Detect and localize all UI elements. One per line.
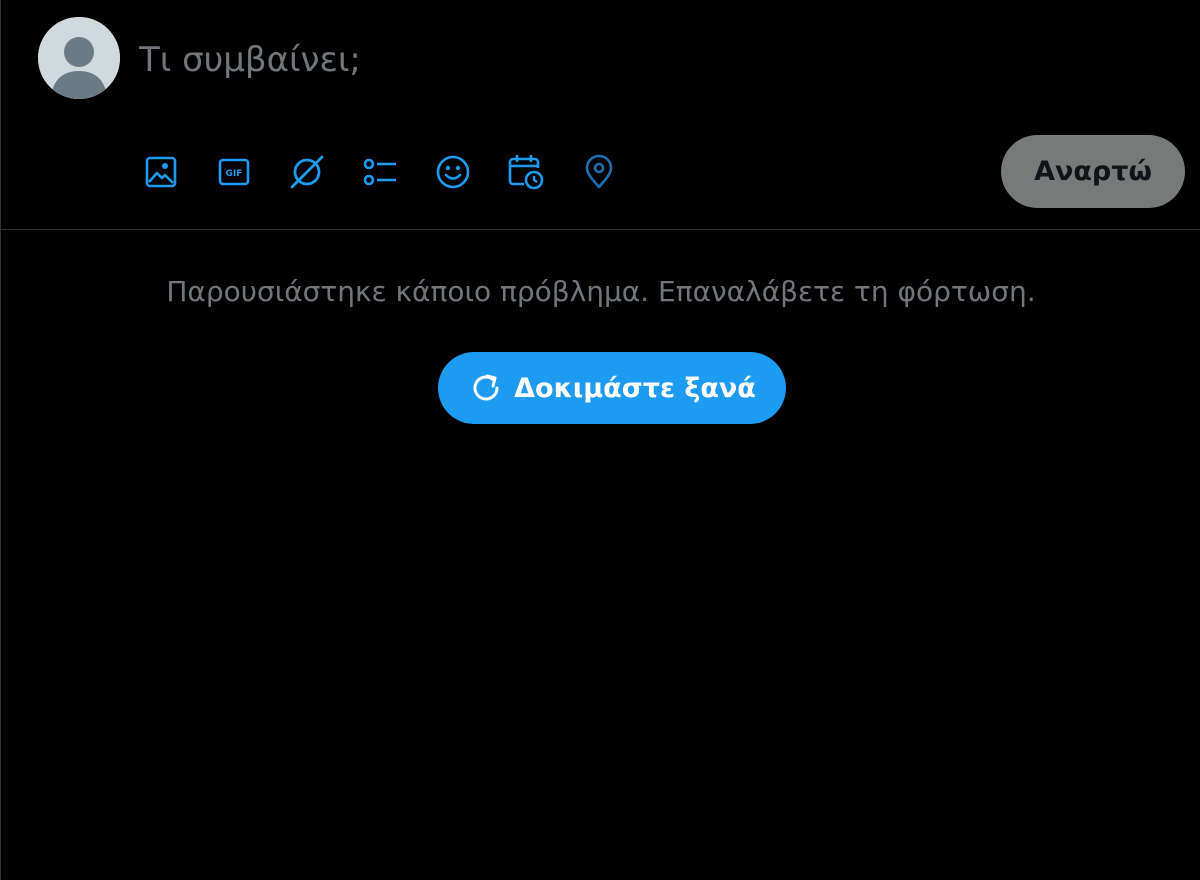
image-icon [145,156,177,188]
add-poll-button[interactable] [360,150,400,194]
gif-icon: GIF [218,158,250,186]
tweet-composer: GIF [1,0,1200,230]
add-emoji-button[interactable] [433,150,473,194]
page: GIF [0,0,1200,880]
schedule-icon [508,155,544,190]
add-location-button[interactable] [579,150,619,194]
grok-icon [290,155,324,189]
composer-toolbar: GIF [141,150,652,194]
retry-label: Δοκιμάστε ξανά [514,372,756,404]
retry-button[interactable]: Δοκιμάστε ξανά [438,352,786,424]
default-profile-icon [38,17,120,99]
post-button[interactable]: Αναρτώ [1001,135,1185,208]
svg-text:GIF: GIF [226,169,243,179]
location-icon [585,154,613,189]
poll-icon [363,158,396,186]
add-image-button[interactable] [141,150,181,194]
emoji-icon [436,155,470,189]
add-gif-button[interactable]: GIF [214,150,254,194]
avatar[interactable] [38,17,120,99]
error-message: Παρουσιάστηκε κάποιο πρόβλημα. Επαναλάβε… [166,275,1036,308]
refresh-icon [468,370,504,406]
compose-input[interactable] [139,36,959,84]
grok-button[interactable] [287,150,327,194]
schedule-button[interactable] [506,150,546,194]
